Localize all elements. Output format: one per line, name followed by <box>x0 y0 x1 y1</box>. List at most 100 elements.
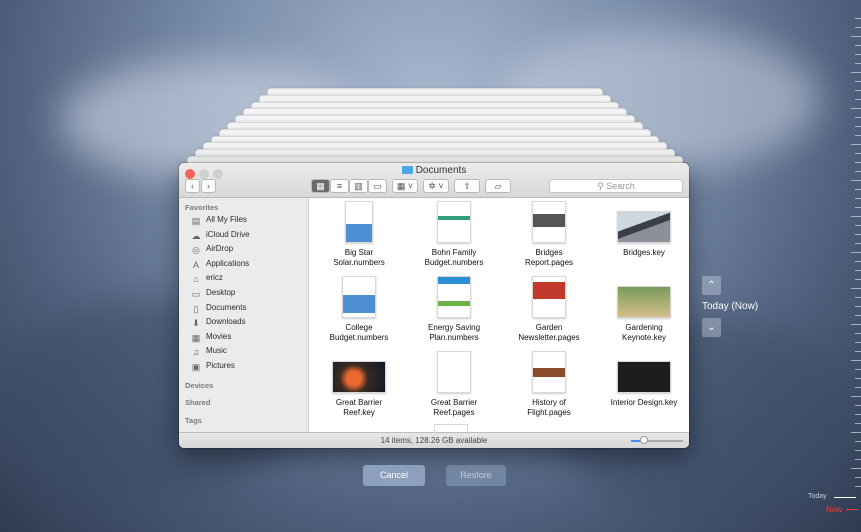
timeline-tick <box>851 72 861 73</box>
timeline-tick <box>855 270 861 271</box>
timeline-tick <box>855 315 861 316</box>
timeline-tick <box>855 423 861 424</box>
timeline-tick <box>855 297 861 298</box>
chevron-left-icon: ‹ <box>191 181 194 191</box>
sidebar-item-documents[interactable]: ▯ Documents <box>191 302 247 314</box>
next-backup-button[interactable]: ⌄ <box>702 318 721 337</box>
column-view-icon: ▥ <box>354 181 363 191</box>
file-name: Bridges.key <box>599 248 689 258</box>
file-item[interactable]: Bohn Family Budget.numbers <box>409 201 499 268</box>
cancel-button[interactable]: Cancel <box>363 465 425 486</box>
file-item[interactable]: Interior Design.key <box>599 351 689 408</box>
file-name: College Budget.numbers <box>314 323 404 343</box>
sidebar-item-label: Documents <box>206 302 247 312</box>
file-item[interactable]: Great Barrier Reef.pages <box>409 351 499 418</box>
file-item[interactable]: Gardening Keynote.key <box>599 276 689 343</box>
current-backup-label: Today (Now) <box>702 301 759 312</box>
file-name-line2: Plan.numbers <box>429 333 479 342</box>
file-item[interactable]: Energy Saving Plan.numbers <box>409 276 499 343</box>
arrange-icon: ▦ ˅ <box>396 181 414 191</box>
file-name: Garden Newsletter.pages <box>504 323 594 343</box>
timeline-today-label: Today <box>808 493 827 500</box>
timeline-tick <box>851 216 861 217</box>
file-name-line2: Solar.numbers <box>333 258 385 267</box>
timeline-now-label: Now <box>826 505 843 514</box>
cloud-icon: ☁ <box>191 230 201 241</box>
sidebar-item-airdrop[interactable]: ◎ AirDrop <box>191 243 233 255</box>
file-name-line1: Bridges.key <box>623 248 665 257</box>
timeline-tick <box>851 396 861 397</box>
file-name: Great Barrier Reef.pages <box>409 398 499 418</box>
file-item[interactable]: College Budget.numbers <box>314 276 404 343</box>
file-item[interactable]: Big Star Solar.numbers <box>314 201 404 268</box>
music-icon: ♫ <box>192 347 200 358</box>
previous-backup-button[interactable]: ⌃ <box>702 276 721 295</box>
sidebar-item-applications[interactable]: A Applications <box>191 258 249 270</box>
timeline-tick <box>851 108 861 109</box>
share-button[interactable]: ⇧ <box>454 179 480 193</box>
timeline-tick <box>855 477 861 478</box>
timeline-tick <box>855 441 861 442</box>
timeline-now-marker <box>846 509 858 510</box>
restore-button[interactable]: Restore <box>446 465 506 486</box>
file-name-line2: Budget.numbers <box>424 258 484 267</box>
timeline-tick <box>851 252 861 253</box>
file-name: Energy Saving Plan.numbers <box>409 323 499 343</box>
file-name: Interior Design.key <box>599 398 689 408</box>
file-name-line1: Garden <box>535 323 563 332</box>
file-item[interactable]: Bridges.key <box>599 201 689 258</box>
sidebar-shared-heading[interactable]: Shared <box>185 398 210 407</box>
timeline-tick <box>851 288 861 289</box>
file-item[interactable]: History of Flight.pages <box>504 351 594 418</box>
timeline-tick <box>855 81 861 82</box>
backup-timeline[interactable] <box>841 0 861 532</box>
sidebar-item-label: Movies <box>206 331 232 341</box>
icon-view-button[interactable]: ▦ <box>311 179 330 193</box>
back-button[interactable]: ‹ <box>185 179 200 193</box>
file-name-line2: Keynote.key <box>621 333 667 342</box>
sidebar-tags-heading[interactable]: Tags <box>185 416 202 425</box>
timeline-tick <box>855 63 861 64</box>
arrange-button[interactable]: ▦ ˅ <box>392 179 418 193</box>
sidebar-item-ericz[interactable]: ⌂ ericz <box>191 272 223 284</box>
file-item[interactable]: Garden Newsletter.pages <box>504 276 594 343</box>
sidebar-item-label: iCloud Drive <box>206 229 250 239</box>
tag-button[interactable]: ▱ <box>485 179 511 193</box>
sidebar-item-downloads[interactable]: ⬇ Downloads <box>191 316 245 328</box>
timeline-tick <box>855 225 861 226</box>
timeline-tick <box>855 189 861 190</box>
timeline-tick <box>855 54 861 55</box>
all-files-icon: ▤ <box>191 216 201 226</box>
file-thumbnail <box>532 351 566 393</box>
file-thumbnail <box>332 361 386 393</box>
file-thumbnail <box>437 201 471 243</box>
sidebar-devices-heading[interactable]: Devices <box>185 381 213 390</box>
gear-icon: ✲ ˅ <box>428 181 444 191</box>
timeline-tick <box>851 360 861 361</box>
file-name: Great Barrier Reef.key <box>314 398 404 418</box>
list-view-button[interactable]: ≡ <box>330 179 349 193</box>
file-item[interactable]: Bridges Report.pages <box>504 201 594 268</box>
timeline-tick <box>855 351 861 352</box>
icon-size-slider-knob[interactable] <box>640 436 648 444</box>
action-button[interactable]: ✲ ˅ <box>423 179 449 193</box>
column-view-button[interactable]: ▥ <box>349 179 368 193</box>
sidebar-item-movies[interactable]: ▦ Movies <box>191 331 232 343</box>
sidebar-item-label: Music <box>206 346 227 356</box>
sidebar-item-desktop[interactable]: ▭ Desktop <box>191 287 236 299</box>
forward-button[interactable]: › <box>201 179 216 193</box>
file-name-line1: Big Star <box>344 248 374 257</box>
sidebar-item-icloud-drive[interactable]: ☁ iCloud Drive <box>191 229 250 241</box>
search-field[interactable]: ⚲ Search <box>549 179 683 193</box>
sidebar-item-pictures[interactable]: ▣ Pictures <box>191 360 235 372</box>
sidebar-item-music[interactable]: ♫ Music <box>191 345 227 357</box>
timeline-tick <box>855 261 861 262</box>
file-name-line2: Reef.pages <box>433 408 475 417</box>
sidebar-item-all-my-files[interactable]: ▤ All My Files <box>191 214 247 226</box>
folder-icon <box>401 166 413 174</box>
sidebar-item-label: Desktop <box>206 288 236 297</box>
timeline-tick <box>855 27 861 28</box>
cover-flow-button[interactable]: ▭ <box>368 179 387 193</box>
file-grid: Big Star Solar.numbers Bohn Family Budget.n… <box>309 198 689 432</box>
file-item[interactable]: Great Barrier Reef.key <box>314 351 404 418</box>
